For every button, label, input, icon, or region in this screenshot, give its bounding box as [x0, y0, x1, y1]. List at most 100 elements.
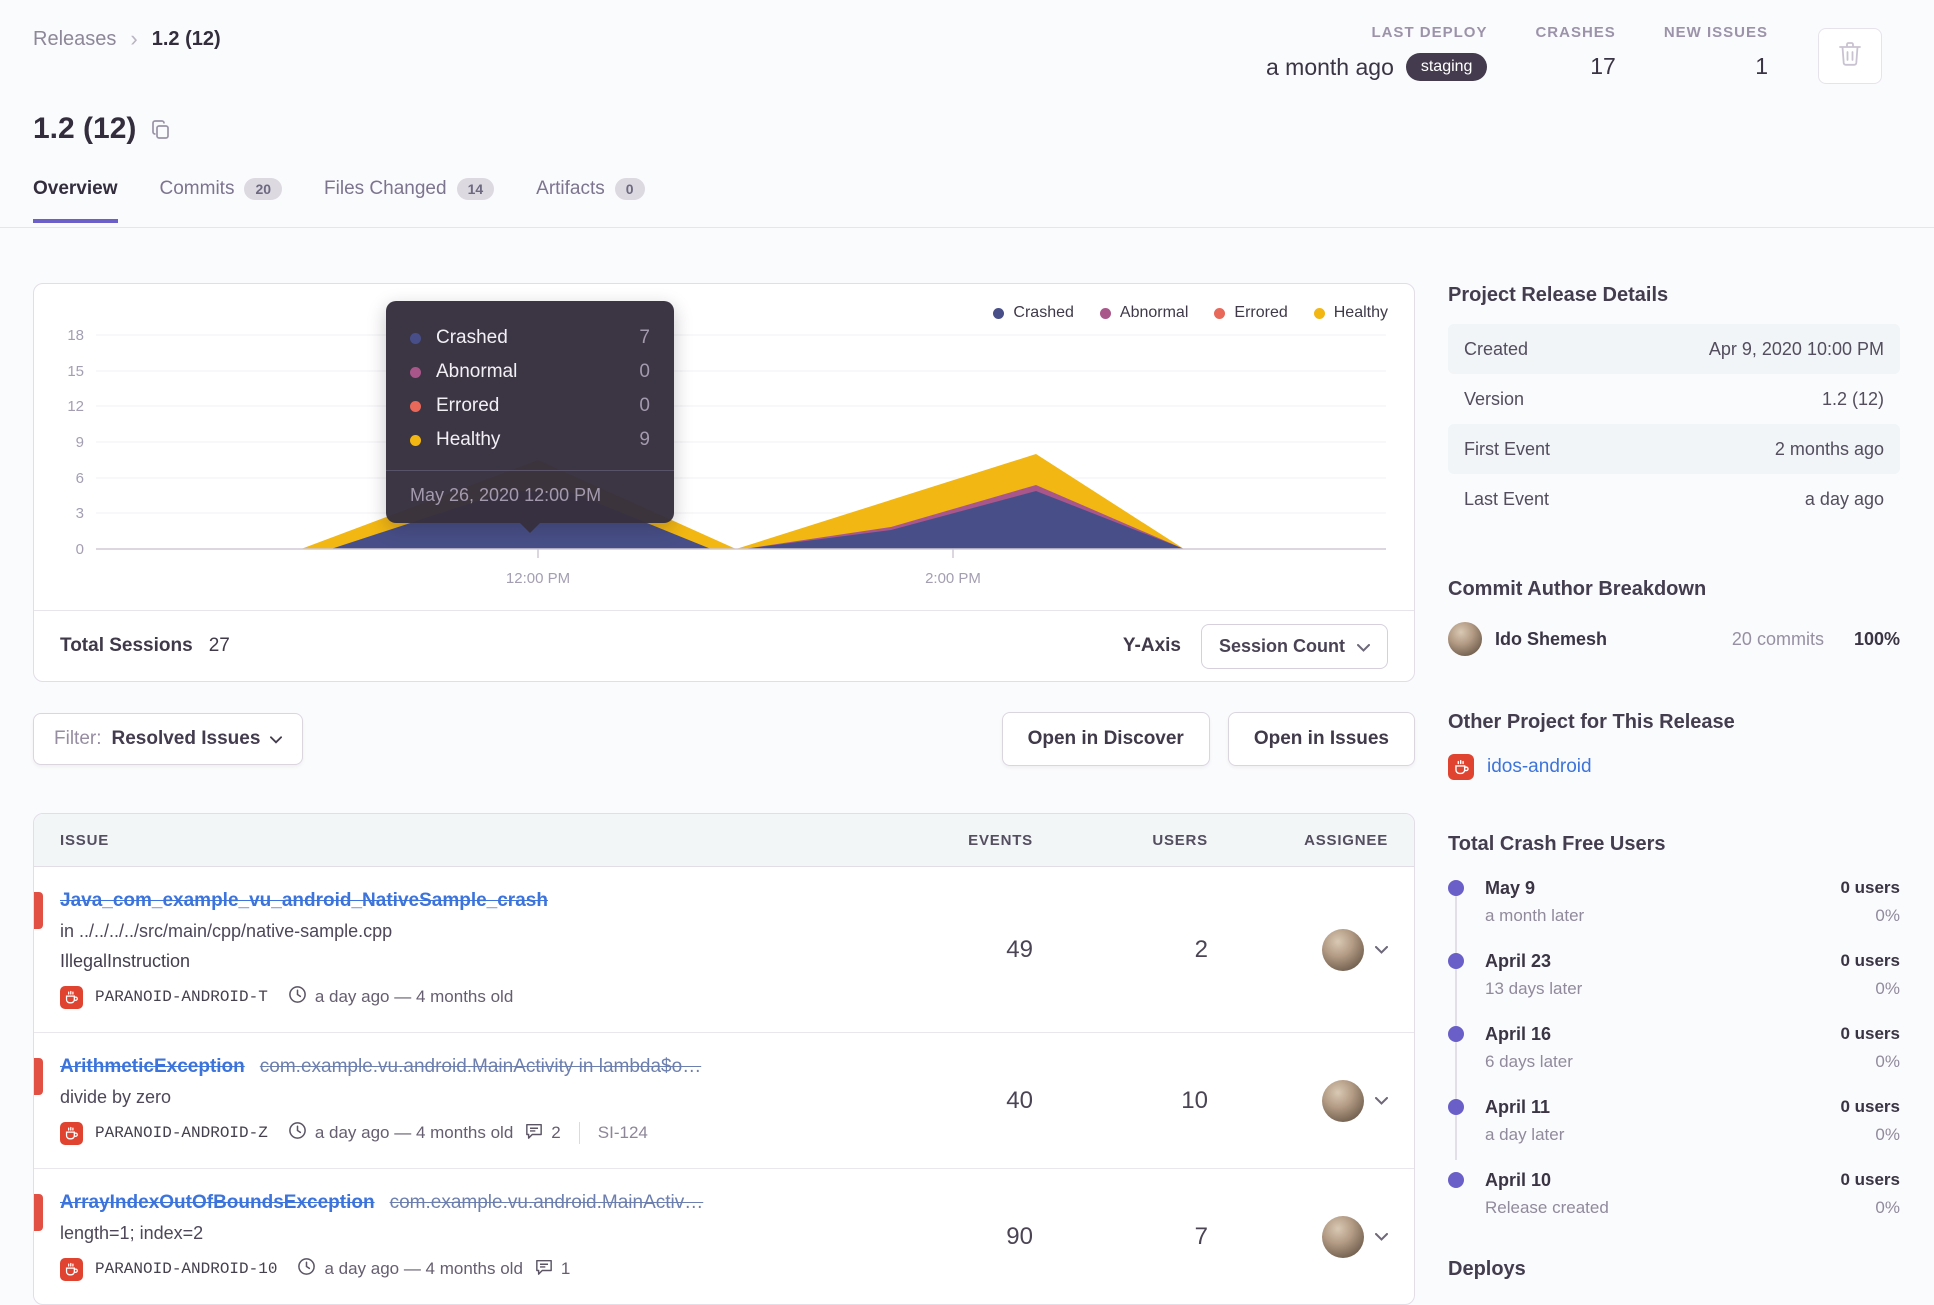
yaxis-select-value: Session Count [1218, 635, 1345, 656]
tab-files-changed[interactable]: Files Changed 14 [324, 178, 495, 223]
tooltip-date: May 26, 2020 12:00 PM [386, 470, 674, 523]
delete-release-button[interactable] [1818, 28, 1882, 84]
environment-badge: staging [1405, 53, 1488, 81]
tab-artifacts-count: 0 [614, 178, 645, 200]
timeline-date: April 16 [1485, 1024, 1552, 1044]
timeline-dot-icon [1448, 1099, 1464, 1115]
stat-new-issues: NEW ISSUES 1 [1664, 24, 1768, 80]
issue-title-link[interactable]: ArrayIndexOutOfBoundsException [60, 1192, 375, 1213]
java-project-icon [60, 1121, 83, 1145]
detail-row-first-event: First Event 2 months ago [1448, 424, 1900, 474]
project-slug[interactable]: PARANOID-ANDROID-T [95, 988, 268, 1006]
x-tick-2pm: 2:00 PM [925, 570, 981, 587]
deploys-heading: Deploys [1448, 1258, 1526, 1280]
filter-value: Resolved Issues [111, 728, 261, 749]
detail-label: Last Event [1464, 488, 1550, 509]
stat-last-deploy-value: a month ago [1265, 53, 1394, 80]
tooltip-healthy-value: 9 [639, 429, 650, 450]
detail-label: First Event [1464, 438, 1551, 459]
legend-item-abnormal[interactable]: Abnormal [1099, 304, 1188, 322]
issue-location: in ../../../../src/main/cpp/native-sampl… [60, 921, 393, 941]
tab-artifacts[interactable]: Artifacts 0 [536, 178, 645, 223]
issue-culprit[interactable]: com.example.vu.android.MainActivity in l… [260, 1056, 701, 1077]
issue-title-link[interactable]: Java_com_example_vu_android_NativeSample… [60, 890, 548, 911]
detail-value: 1.2 (12) [1821, 388, 1884, 409]
timeline-sub: a day later [1485, 1125, 1565, 1144]
abnormal-dot-icon [1099, 307, 1111, 319]
issue-age: a day ago — 4 months old [314, 1123, 514, 1142]
assignee-dropdown[interactable] [1208, 1215, 1388, 1258]
other-project-link[interactable]: idos-android [1487, 756, 1592, 778]
tab-overview[interactable]: Overview [33, 178, 118, 223]
chevron-down-icon [1357, 636, 1370, 657]
timeline-users: 0 users [1840, 951, 1900, 970]
legend-healthy-label: Healthy [1333, 304, 1388, 321]
tab-commits[interactable]: Commits 20 [160, 178, 283, 223]
chevron-right-icon: › [130, 26, 138, 51]
assignee-avatar [1322, 1079, 1364, 1122]
issue-culprit[interactable]: com.example.vu.android.MainActiv… [390, 1192, 704, 1213]
issue-events-count: 49 [1006, 935, 1033, 963]
author-name: Ido Shemesh [1495, 628, 1608, 649]
copy-icon[interactable] [150, 119, 171, 140]
other-project-row: idos-android [1448, 754, 1900, 780]
open-in-issues-button[interactable]: Open in Issues [1227, 712, 1415, 766]
tab-overview-label: Overview [33, 178, 118, 199]
issue-row: Java_com_example_vu_android_NativeSample… [34, 867, 1414, 1033]
legend-item-crashed[interactable]: Crashed [993, 304, 1074, 322]
issue-row: ArrayIndexOutOfBoundsException com.exampl… [34, 1169, 1414, 1304]
crashed-dot-icon [993, 307, 1005, 319]
tracker-link[interactable]: SI-124 [598, 1123, 648, 1143]
filter-prefix: Filter: [54, 728, 102, 749]
timeline-entry: April 23 13 days later 0 users 0% [1448, 951, 1900, 999]
chevron-down-icon [270, 728, 283, 750]
open-in-discover-button[interactable]: Open in Discover [1001, 712, 1210, 766]
tooltip-crashed-label: Crashed [436, 327, 508, 348]
release-details-list: Created Apr 9, 2020 10:00 PM Version 1.2… [1448, 324, 1900, 524]
timeline-users: 0 users [1840, 1024, 1900, 1043]
sessions-area-chart: 18 15 12 9 6 3 0 12:00 PM 2:00 PM [67, 327, 1386, 587]
unhandled-indicator [34, 1058, 43, 1095]
breadcrumb-releases-link[interactable]: Releases [33, 28, 116, 51]
timeline-users: 0 users [1840, 1170, 1900, 1189]
healthy-dot-icon [410, 434, 421, 446]
issue-title-link[interactable]: ArithmeticException [60, 1056, 245, 1077]
author-percent: 100% [1853, 628, 1900, 649]
stat-crashes-value: 17 [1590, 53, 1616, 79]
clock-icon [288, 985, 307, 1009]
author-avatar [1448, 622, 1482, 656]
errored-dot-icon [1214, 307, 1226, 319]
tooltip-healthy-label: Healthy [436, 429, 501, 450]
legend-item-errored[interactable]: Errored [1214, 304, 1288, 322]
tooltip-row-crashed: Crashed 7 [410, 321, 650, 355]
yaxis-select[interactable]: Session Count [1200, 623, 1388, 669]
abnormal-dot-icon [410, 366, 421, 378]
assignee-dropdown[interactable] [1208, 928, 1388, 971]
stat-new-issues-value: 1 [1755, 53, 1768, 79]
issue-events-count: 90 [1006, 1222, 1033, 1250]
assignee-dropdown[interactable] [1208, 1079, 1388, 1122]
assignee-avatar [1322, 1215, 1364, 1258]
stat-crashes: CRASHES 17 [1535, 24, 1615, 80]
tooltip-abnormal-value: 0 [639, 361, 650, 382]
unhandled-indicator [34, 892, 43, 929]
detail-row-last-event: Last Event a day ago [1448, 474, 1900, 524]
breadcrumb-current: 1.2 (12) [151, 27, 221, 50]
chevron-down-icon [1375, 1092, 1388, 1110]
issues-filter-dropdown[interactable]: Filter: Resolved Issues [33, 713, 304, 765]
clock-icon [297, 1257, 316, 1281]
tabs-divider [0, 227, 1934, 228]
healthy-dot-icon [1313, 307, 1325, 319]
tab-files-changed-label: Files Changed [324, 178, 447, 199]
legend-item-healthy[interactable]: Healthy [1313, 304, 1388, 322]
y-tick-9: 9 [76, 434, 84, 451]
stat-last-deploy: LAST DEPLOY a month ago staging [1265, 24, 1488, 81]
legend-errored-label: Errored [1234, 304, 1288, 321]
project-slug[interactable]: PARANOID-ANDROID-Z [95, 1124, 268, 1142]
project-release-details-heading: Project Release Details [1448, 284, 1669, 306]
timeline-percent: 0% [1875, 1052, 1900, 1071]
project-slug[interactable]: PARANOID-ANDROID-10 [95, 1260, 277, 1278]
column-assignee: ASSIGNEE [1304, 831, 1388, 849]
stat-new-issues-label: NEW ISSUES [1663, 24, 1768, 41]
y-tick-18: 18 [67, 327, 84, 344]
